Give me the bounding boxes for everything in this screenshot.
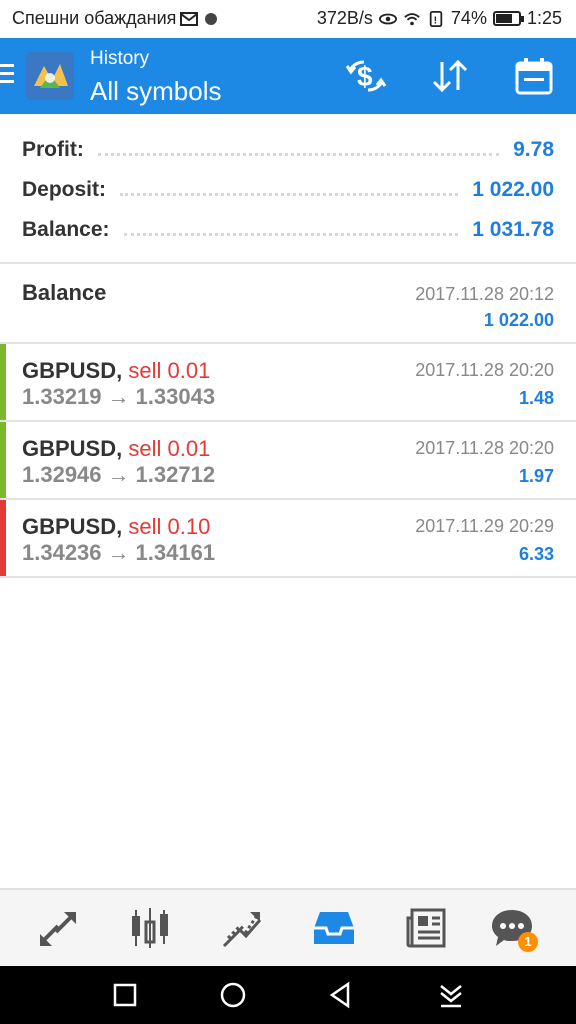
battery-fill <box>495 14 512 23</box>
app-title[interactable]: All symbols <box>90 76 221 107</box>
messages-button[interactable]: 1 <box>490 906 538 952</box>
trade-prices: 1.33219 → 1.33043 <box>22 384 216 409</box>
trade-icon[interactable] <box>220 906 264 950</box>
sort-icon[interactable] <box>428 56 472 96</box>
balance-entry-title: Balance <box>22 280 107 305</box>
trade-marker <box>0 500 6 576</box>
balance-value: 1 031.78 <box>472 218 554 241</box>
deposit-dollar-icon[interactable]: $ <box>344 56 388 96</box>
unread-badge: 1 <box>518 932 538 952</box>
battery-percent: 74% <box>450 8 487 28</box>
trade-prices: 1.32946 → 1.32712 <box>22 462 216 487</box>
trade-symbol: GBPUSD, sell 0.01 <box>22 358 211 383</box>
balance-entry-time: 2017.11.28 20:12 <box>415 284 554 304</box>
balance-entry-amount: 1 022.00 <box>483 310 554 330</box>
trade-action: sell 0.10 <box>128 514 211 539</box>
system-navigation-bar <box>0 966 576 1024</box>
balance-row: Balance: 1 031.78 <box>22 214 554 246</box>
trade-symbol: GBPUSD, sell 0.10 <box>22 514 211 539</box>
trade-prices: 1.34236 → 1.34161 <box>22 540 216 565</box>
balance-label: Balance: <box>22 218 110 241</box>
profit-row: Profit: 9.78 <box>22 134 554 166</box>
status-bar: Спешни обаждания 372B/s ! 74% 1:25 <box>0 0 576 38</box>
calendar-icon[interactable] <box>512 56 556 96</box>
battery-icon <box>492 11 524 26</box>
back-icon[interactable] <box>326 980 356 1010</box>
balance-entry-row[interactable]: Balance 2017.11.28 20:12 1 022.00 <box>0 264 576 344</box>
home-icon[interactable] <box>218 980 248 1010</box>
trade-time: 2017.11.29 20:29 <box>415 516 554 536</box>
net-speed: 372B/s <box>316 8 373 28</box>
quotes-icon[interactable] <box>36 906 80 950</box>
mail-icon <box>180 11 199 26</box>
trade-profit: 1.48 <box>518 388 554 408</box>
trade-row[interactable]: GBPUSD, sell 0.01 1.32946 → 1.32712 2017.1… <box>0 422 576 500</box>
app-logo[interactable] <box>26 52 74 100</box>
deposit-row: Deposit: 1 022.00 <box>22 174 554 206</box>
menu-icon[interactable] <box>0 64 16 88</box>
recents-icon[interactable] <box>110 980 140 1010</box>
summary-panel: Profit: 9.78 Deposit: 1 022.00 Balance: … <box>0 114 576 264</box>
trade-marker <box>0 344 6 420</box>
deposit-label: Deposit: <box>22 178 106 201</box>
trade-action: sell 0.01 <box>128 436 211 461</box>
profit-value: 9.78 <box>513 138 554 161</box>
notification-pulldown-icon[interactable] <box>436 980 466 1010</box>
trade-row[interactable]: GBPUSD, sell 0.01 1.33219 → 1.33043 2017.1… <box>0 344 576 422</box>
chart-icon[interactable] <box>128 906 172 950</box>
svg-text:!: ! <box>434 15 437 26</box>
bottom-navigation: 1 <box>0 888 576 966</box>
carrier-text: Спешни обаждания <box>12 8 177 28</box>
news-icon[interactable] <box>404 906 448 950</box>
metatrader-logo-icon <box>26 52 74 100</box>
eye-icon <box>378 13 397 24</box>
clock: 1:25 <box>526 8 562 28</box>
dotted-leader <box>120 192 459 196</box>
dotted-leader <box>97 152 500 156</box>
trade-action: sell 0.01 <box>128 358 211 383</box>
trade-marker <box>0 422 6 498</box>
deposit-value: 1 022.00 <box>472 178 554 201</box>
wifi-icon <box>404 12 420 25</box>
trade-profit: 6.33 <box>518 544 554 564</box>
history-icon[interactable] <box>312 906 356 950</box>
trade-time: 2017.11.28 20:20 <box>415 438 554 458</box>
app-bar: History All symbols $ <box>0 38 576 114</box>
profit-label: Profit: <box>22 138 84 161</box>
svg-text:$: $ <box>357 61 373 92</box>
app-notification-icon <box>205 12 218 25</box>
trade-time: 2017.11.28 20:20 <box>415 360 554 380</box>
trade-profit: 1.97 <box>518 466 554 486</box>
no-sim-icon: ! <box>429 10 443 27</box>
trade-row[interactable]: GBPUSD, sell 0.10 1.34236 → 1.34161 2017.1… <box>0 500 576 578</box>
dotted-leader <box>123 232 459 236</box>
trade-symbol: GBPUSD, sell 0.01 <box>22 436 211 461</box>
app-subtitle: History <box>90 48 150 69</box>
